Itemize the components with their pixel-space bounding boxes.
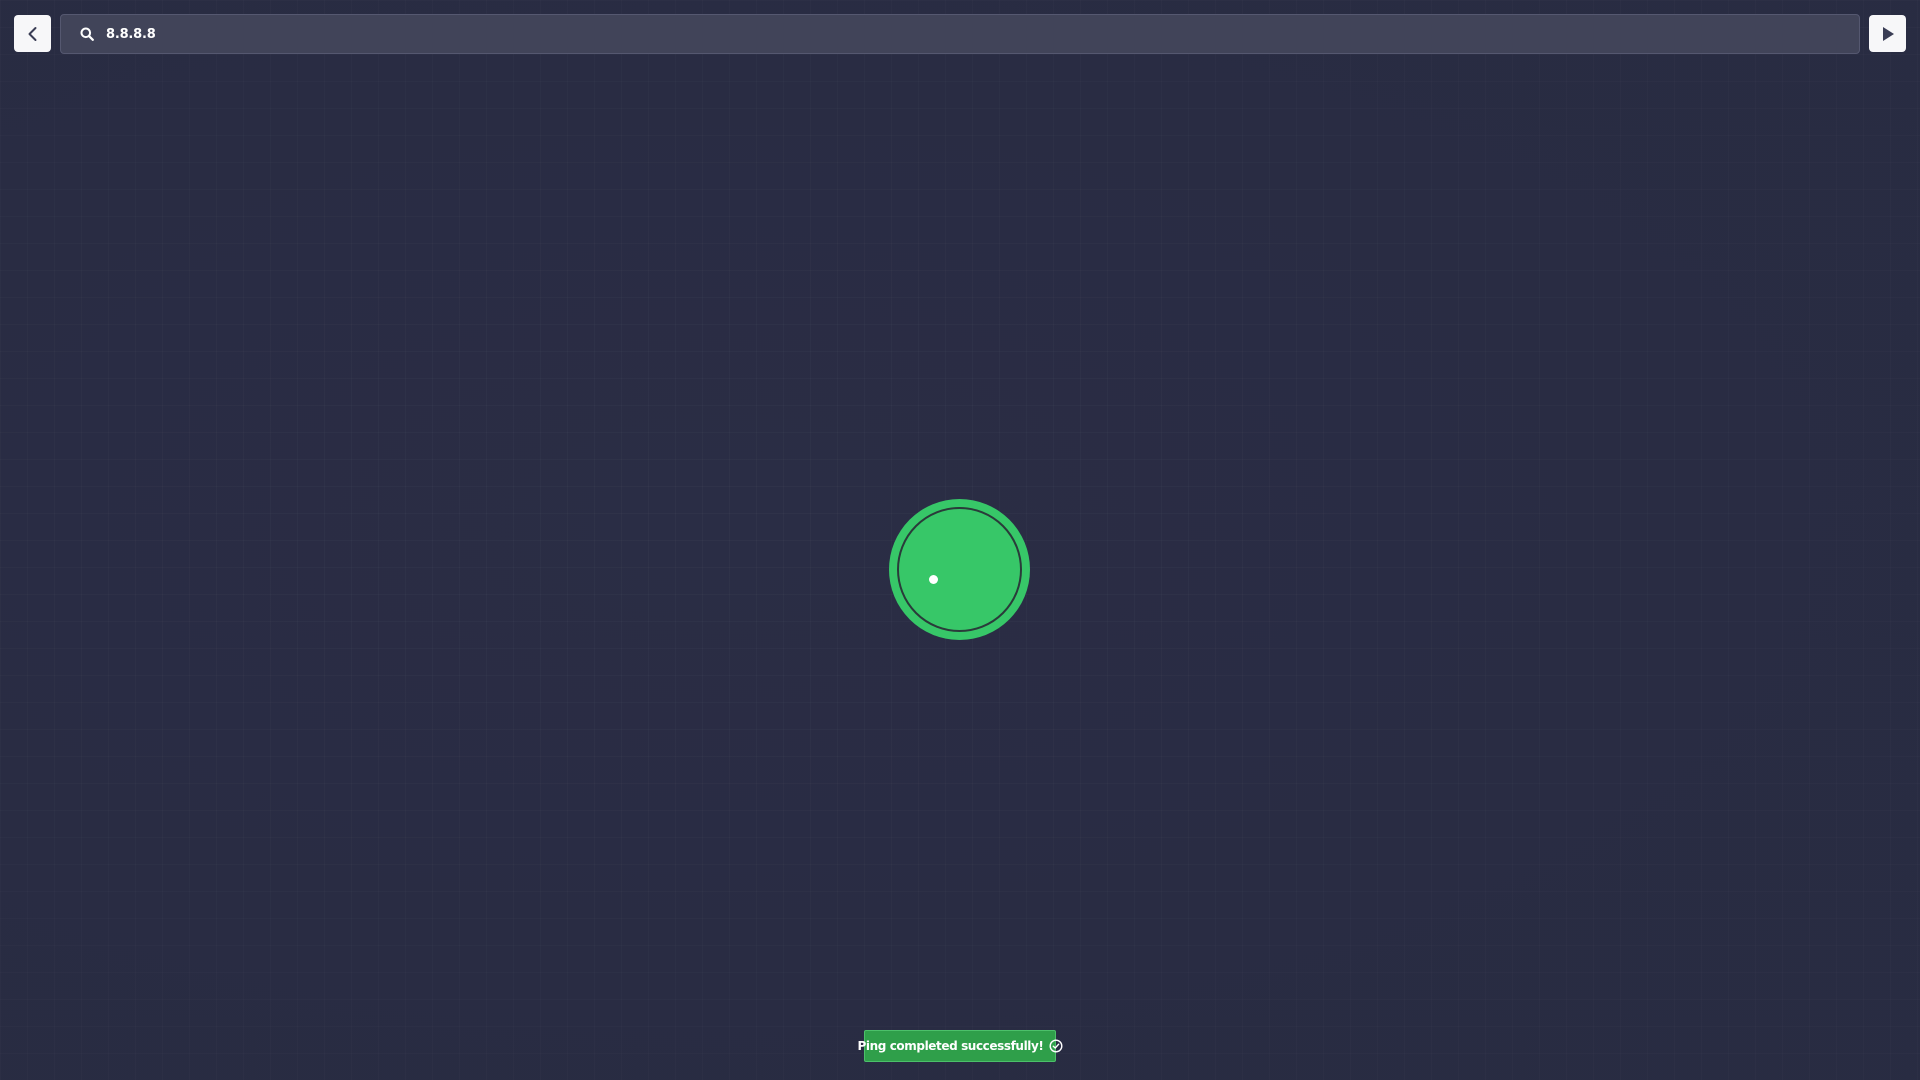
- ping-status-indicator: [889, 499, 1030, 640]
- play-icon: [1879, 25, 1897, 43]
- search-bar[interactable]: [60, 14, 1860, 54]
- check-circle-icon: [1048, 1039, 1063, 1053]
- top-bar: [14, 14, 1906, 54]
- search-input[interactable]: [106, 15, 1859, 53]
- back-button[interactable]: [14, 15, 51, 52]
- success-toast: Ping completed successfully!: [858, 1030, 1063, 1062]
- status-dot: [929, 575, 938, 584]
- run-ping-button[interactable]: [1869, 15, 1906, 52]
- search-icon: [79, 26, 95, 42]
- status-indicator-ring: [897, 507, 1022, 632]
- chevron-left-icon: [24, 25, 42, 43]
- toast-message: Ping completed successfully!: [857, 1039, 1044, 1053]
